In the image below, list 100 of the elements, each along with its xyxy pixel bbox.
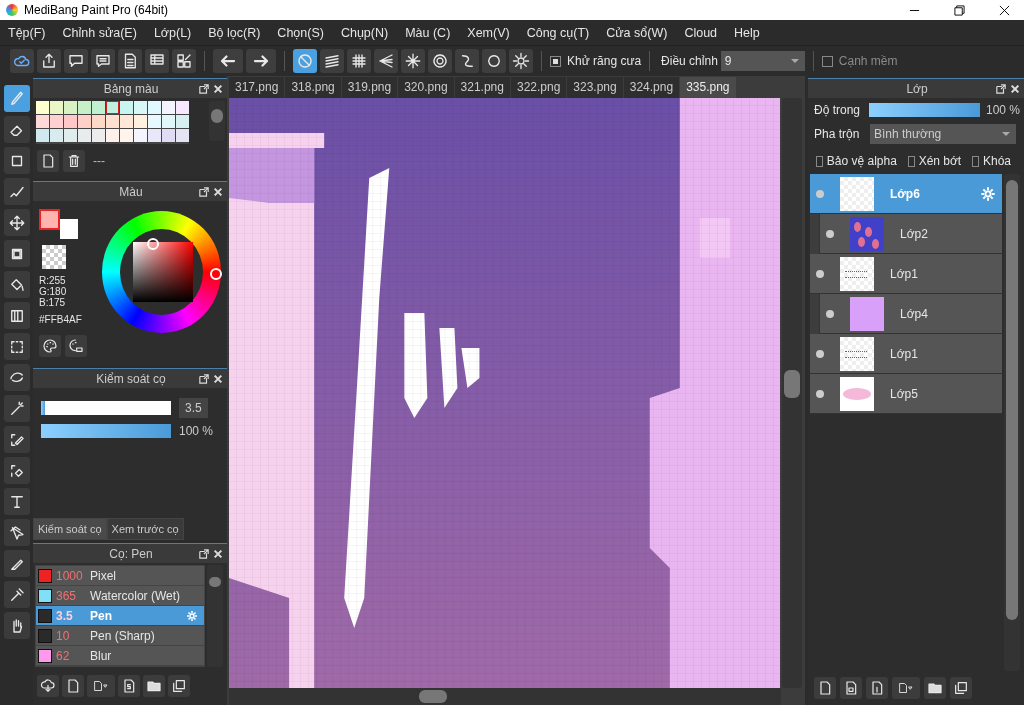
menu-item[interactable]: Cloud [684,25,718,40]
layer-item[interactable]: Lớp2 [820,214,1002,254]
color-swatch[interactable] [50,115,63,128]
gradient-tool[interactable] [3,302,30,329]
select-eraser-tool[interactable] [3,457,30,484]
brush-item[interactable]: 1000 Pixel [36,566,204,586]
visibility-toggle[interactable] [816,349,824,358]
upload-button[interactable] [37,49,61,73]
color-swatch[interactable] [176,129,189,142]
color-swatch[interactable] [134,129,147,142]
color-swatch[interactable] [78,129,91,142]
color-swatch[interactable] [36,101,49,114]
new-palette-button[interactable] [37,150,59,172]
file-tab[interactable]: 322.png [510,77,567,98]
fill-rect-tool[interactable] [3,240,30,267]
ellipse-button[interactable] [482,49,506,73]
color-swatch[interactable] [176,115,189,128]
line-brush-tool[interactable] [3,178,30,205]
visibility-toggle[interactable] [816,269,824,278]
perspective-button[interactable] [374,49,398,73]
scroll-bar[interactable] [209,101,225,141]
cloud-download-button[interactable] [37,675,59,697]
grid-pencil-button[interactable] [172,49,196,73]
color-swatch[interactable] [162,101,175,114]
bucket-tool[interactable] [3,271,30,298]
close-icon[interactable] [999,4,1010,16]
dot-tool[interactable] [3,147,30,174]
color-swatch[interactable] [78,101,91,114]
brush-size-slider[interactable] [41,401,171,415]
undock-icon[interactable] [199,373,209,384]
color-swatch[interactable] [92,101,105,114]
visibility-toggle[interactable] [826,309,834,318]
concentric-button[interactable] [428,49,452,73]
menu-item[interactable]: Chụp(N) [340,25,389,40]
undo-button[interactable] [213,49,243,73]
panel-tab[interactable]: Kiểm soát cọ [33,518,107,540]
menu-item[interactable]: Công cụ(T) [526,25,590,40]
eraser-tool[interactable] [3,116,30,143]
eyedropper-tool[interactable] [3,581,30,608]
soft-edge-checkbox[interactable] [821,55,833,67]
color-swatch[interactable] [92,115,105,128]
blend-mode-dropdown[interactable]: Bình thường [870,124,1016,144]
parallel-button[interactable] [320,49,344,73]
menu-item[interactable]: Lớp(L) [153,25,192,40]
color-swatch[interactable] [162,115,175,128]
layer-option-checkbox[interactable] [907,155,915,167]
brush-item[interactable]: 62 Blur [36,646,204,666]
restore-icon[interactable] [954,4,965,16]
folder-button[interactable] [924,677,946,699]
scroll-bar[interactable] [1004,174,1020,671]
layer-item[interactable]: Lớp1 [810,334,1002,374]
new-layer-button[interactable] [866,677,888,699]
visibility-toggle[interactable] [816,389,824,398]
color-swatch[interactable] [134,115,147,128]
folder-button[interactable] [143,675,165,697]
color-swatch[interactable] [64,115,77,128]
color-swatch[interactable] [176,101,189,114]
color-swatch[interactable] [36,115,49,128]
layer-item[interactable]: Lớp5 [810,374,1002,414]
file-tab[interactable]: 318.png [285,77,341,98]
palette-button[interactable] [39,335,61,357]
menu-item[interactable]: Màu (C) [405,25,451,40]
color-swatch[interactable] [64,129,77,142]
layer-item[interactable]: Lớp4 [820,294,1002,334]
brush-size-value[interactable]: 3.5 [179,398,208,418]
document-button[interactable] [118,49,142,73]
color-swatch[interactable] [64,101,77,114]
menu-item[interactable]: Xem(V) [467,25,510,40]
file-tab[interactable]: 321.png [454,77,510,98]
color-swatch[interactable] [134,101,147,114]
gear-button[interactable] [509,49,533,73]
scroll-bar[interactable] [207,565,223,667]
color-swatch[interactable] [120,101,133,114]
layer-opacity-slider[interactable] [869,103,980,117]
menu-item[interactable]: Tệp(F) [8,25,46,40]
menu-item[interactable]: Help [734,25,760,40]
text-tool[interactable] [3,488,30,515]
color-swatch[interactable] [50,101,63,114]
brush-opacity-slider[interactable] [41,424,171,438]
move-tool[interactable] [3,209,30,236]
scroll-bar[interactable] [229,688,781,705]
undock-icon[interactable] [199,186,209,197]
color-swatch[interactable] [78,115,91,128]
visibility-toggle[interactable] [826,229,834,238]
color-swatch[interactable] [148,129,161,142]
scroll-bar[interactable] [782,98,802,688]
color-swatch[interactable] [50,129,63,142]
comment-button[interactable] [91,49,115,73]
redo-button[interactable] [246,49,276,73]
layer-option-checkbox[interactable] [816,155,823,167]
file-tab[interactable]: 320.png [398,77,454,98]
new-layer-button[interactable] [814,677,836,699]
panel-tab[interactable]: Xem trước cọ [106,518,184,540]
add-layer-button[interactable] [892,677,920,699]
curve-button[interactable] [455,49,479,73]
color-swatch[interactable] [162,129,175,142]
new-layer-button[interactable] [840,677,862,699]
color-swatch[interactable] [36,129,49,142]
cloud-button[interactable] [10,49,34,73]
color-swatch[interactable] [92,129,105,142]
